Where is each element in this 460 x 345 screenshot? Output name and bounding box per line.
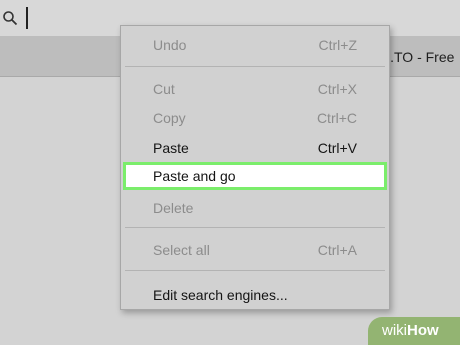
- menu-item-label: Delete: [153, 200, 194, 216]
- menu-item-label: Cut: [153, 81, 175, 97]
- menu-item-delete[interactable]: Delete: [121, 194, 389, 222]
- menu-item-undo[interactable]: Undo Ctrl+Z: [121, 31, 389, 59]
- menu-item-shortcut: Ctrl+Z: [318, 37, 358, 53]
- menu-item-label: Paste and go: [153, 168, 236, 184]
- menu-item-edit-search-engines[interactable]: Edit search engines...: [121, 281, 389, 309]
- watermark-wiki: wiki: [382, 322, 407, 339]
- menu-item-cut[interactable]: Cut Ctrl+X: [121, 75, 389, 103]
- menu-item-shortcut: Ctrl+A: [317, 242, 357, 258]
- context-menu: Undo Ctrl+Z Cut Ctrl+X Copy Ctrl+C Paste…: [120, 25, 390, 310]
- menu-item-copy[interactable]: Copy Ctrl+C: [121, 104, 389, 132]
- menu-item-paste[interactable]: Paste Ctrl+V: [121, 134, 389, 162]
- menu-item-label: Undo: [153, 37, 187, 53]
- screen: D.TO - Free Undo Ctrl+Z Cut Ctrl+X Copy …: [0, 0, 460, 345]
- menu-separator: [125, 227, 385, 228]
- menu-separator: [125, 270, 385, 271]
- menu-item-label: Copy: [153, 110, 186, 126]
- text-caret: [26, 7, 28, 29]
- menu-item-shortcut: Ctrl+V: [317, 140, 357, 156]
- menu-item-shortcut: Ctrl+X: [317, 81, 357, 97]
- menu-item-shortcut: Ctrl+C: [316, 110, 357, 126]
- tab-title[interactable]: D.TO - Free: [380, 49, 454, 65]
- menu-item-label: Paste: [153, 140, 189, 156]
- menu-item-paste-and-go[interactable]: Paste and go: [123, 162, 387, 190]
- watermark-how: How: [407, 322, 439, 339]
- menu-separator: [125, 66, 385, 67]
- menu-item-select-all[interactable]: Select all Ctrl+A: [121, 236, 389, 264]
- menu-item-label: Select all: [153, 242, 210, 258]
- wikihow-watermark: wikiHow: [368, 317, 460, 345]
- search-icon: [2, 10, 18, 26]
- menu-item-label: Edit search engines...: [153, 287, 288, 303]
